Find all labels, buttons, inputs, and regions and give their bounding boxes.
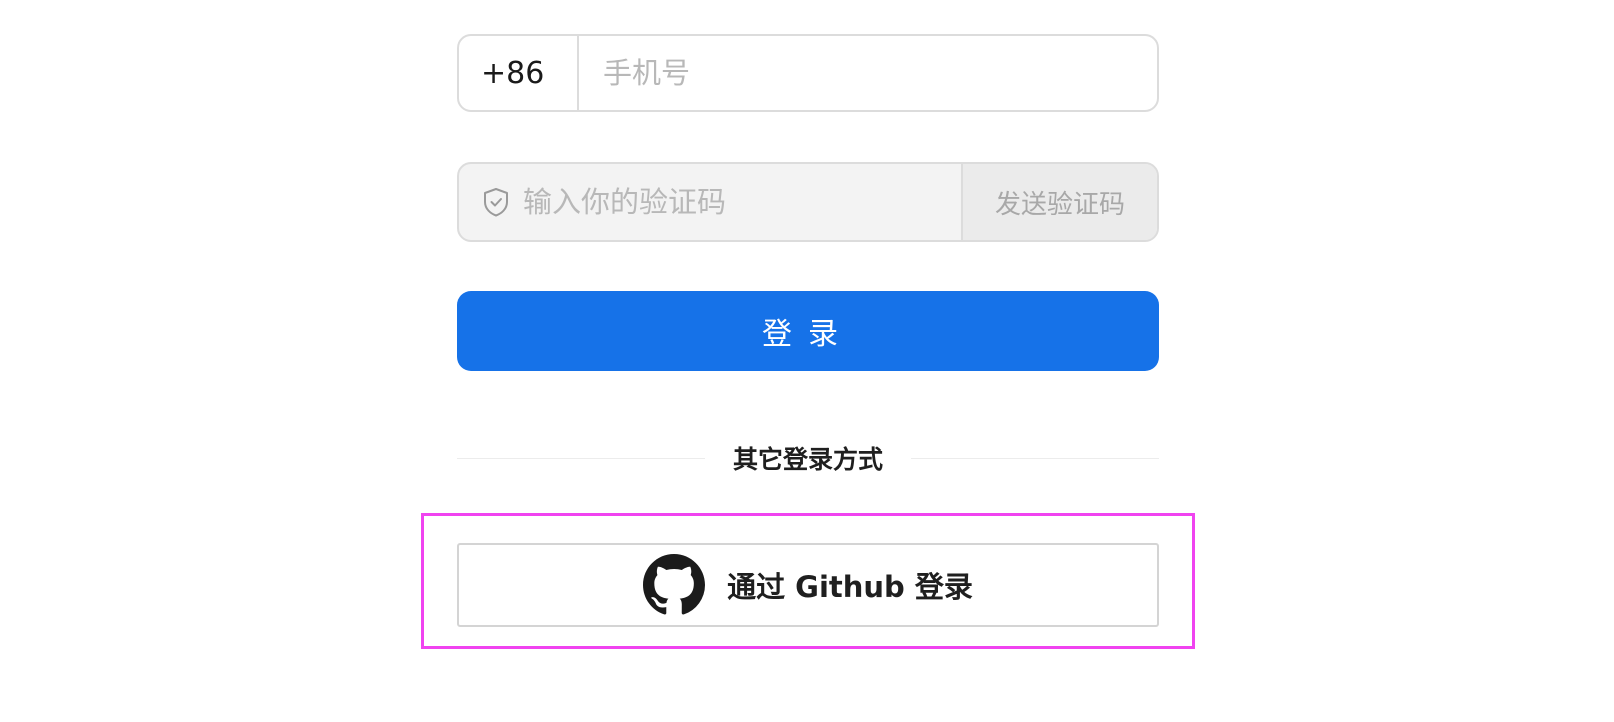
divider-line-right (911, 457, 1160, 459)
verification-field: 发送验证码 (457, 162, 1159, 242)
phone-field: +86 (457, 34, 1159, 112)
github-login-label: 通过 Github 登录 (727, 570, 973, 604)
divider-line-left (457, 457, 705, 459)
send-code-button[interactable]: 发送验证码 (961, 164, 1157, 240)
login-page: +86 发送验证码 登录 其它登录方式 通过 Github 登录 (0, 0, 1614, 722)
verification-input-wrapper (459, 164, 961, 240)
verification-code-input[interactable] (521, 184, 961, 220)
github-icon (643, 554, 706, 615)
other-login-divider: 其它登录方式 (457, 438, 1160, 478)
other-login-label: 其它登录方式 (733, 445, 884, 474)
phone-input[interactable] (579, 36, 1157, 110)
login-button[interactable]: 登录 (457, 291, 1159, 371)
country-code-selector[interactable]: +86 (459, 36, 579, 110)
shield-check-icon (484, 188, 508, 217)
github-login-button[interactable]: 通过 Github 登录 (457, 543, 1159, 627)
